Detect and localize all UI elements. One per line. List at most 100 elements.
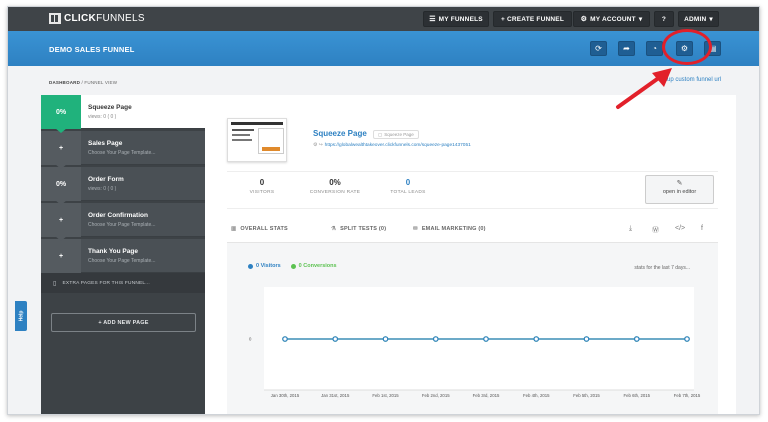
step-name: Thank You Page [88,248,138,255]
stat-value: 0 [259,178,265,187]
my-account-button[interactable]: ⚙ MY ACCOUNT ▾ [573,11,650,27]
funnel-header-bar: DEMO SALES FUNNEL ⟳ ➦ ◔ ⚙ ▤ [8,31,759,66]
thumb-header [231,122,283,125]
top-navbar: CLICKFUNNELS ☰ MY FUNNELS + CREATE FUNNEL… [8,7,759,31]
create-funnel-button[interactable]: + CREATE FUNNEL [493,11,572,27]
x-tick-label: Feb 1st, 2015 [372,393,399,398]
page-thumbnail[interactable] [227,118,287,162]
x-tick-label: Feb 2nd, 2015 [422,393,450,398]
step-percentage: 0% [41,95,81,129]
annotation-arrow-icon [616,68,672,109]
stats-button[interactable]: ◔ [646,41,663,56]
page-type-badge: ▢ Squeeze Page [373,130,419,139]
stat-label: VISITORS [249,190,275,195]
link-icon: ⚙ ↪ [313,143,323,148]
data-point-visitors [633,336,640,342]
my-funnels-button[interactable]: ☰ MY FUNNELS [423,11,489,27]
help-button[interactable]: ? [654,11,674,27]
page-url-link[interactable]: ⚙ ↪ https://globalwealthtakeover.clickfun… [313,143,471,148]
thumb-line [232,139,252,141]
help-tab[interactable]: Help [15,301,27,331]
thumb-line [232,129,254,131]
tab-split-tests[interactable]: ⚗ SPLIT TESTS (0) [331,226,386,232]
data-point-visitors [382,336,389,342]
chevron-down-icon: ▾ [709,16,713,23]
add-new-page-button[interactable]: + ADD NEW PAGE [51,313,196,332]
add-step-icon: + [41,239,81,273]
open-in-editor-label: open in editor [662,189,697,195]
edit-icon: ✎ [676,180,683,187]
y-tick-label: 0 [249,337,252,342]
share-arrow-icon: ➦ [623,44,630,53]
my-funnels-label: MY FUNNELS [438,15,483,23]
refresh-button[interactable]: ⟳ [590,41,607,56]
add-step-icon: + [41,131,81,165]
data-point-visitors [684,336,690,342]
tab-overall-stats[interactable]: ▥ OVERALL STATS [231,226,288,232]
admin-label: ADMIN [684,15,707,23]
funnel-steps-sidebar: 0% Squeeze Page views: 0 ( 0 ) + Sales P… [41,95,205,414]
step-template-hint: Choose Your Page Template... [88,222,156,228]
tab-email-marketing[interactable]: ✉ EMAIL MARKETING (0) [413,226,486,232]
create-funnel-label: + CREATE FUNNEL [500,15,564,23]
page-title[interactable]: Squeeze Page [313,129,367,138]
pie-chart-icon: ◔ [652,44,657,53]
step-views: views: 0 ( 0 ) [88,186,117,192]
clickfunnels-logo[interactable]: CLICKFUNNELS [49,13,145,24]
gears-icon: ⚙ [580,16,588,23]
funnel-step-panel: Squeeze Page ▢ Squeeze Page ⚙ ↪ https://gl… [205,95,736,414]
stats-chart-area: 0 Visitors 0 Conversions stats for the l… [227,243,718,414]
funnel-step-sales-page[interactable]: + Sales Page Choose Your Page Template..… [41,131,205,169]
thumb-line [232,134,250,136]
download-icon[interactable]: ⤓ [629,225,632,233]
step-views: views: 0 ( 0 ) [88,114,117,120]
step-name: Order Form [88,176,124,183]
logo-text: CLICKFUNNELS [64,13,145,24]
chevron-down-icon: ▾ [638,16,643,23]
funnel-step-order-confirmation[interactable]: + Order Confirmation Choose Your Page Te… [41,203,205,241]
funnel-step-squeeze-page[interactable]: 0% Squeeze Page views: 0 ( 0 ) [41,95,205,133]
step-name: Squeeze Page [88,104,132,111]
step-name: Sales Page [88,140,123,147]
help-label: ? [661,15,667,23]
funnel-step-thank-you-page[interactable]: + Thank You Page Choose Your Page Templa… [41,239,205,273]
page-type-label: Squeeze Page [384,132,414,137]
breadcrumb-separator: / [81,80,83,85]
stats-tabs: ▥ OVERALL STATS ⚗ SPLIT TESTS (0) ✉ EMAIL M… [227,217,718,243]
stat-label: CONVERSION RATE [309,190,361,195]
tab-label: SPLIT TESTS (0) [340,226,387,232]
stat-total-leads: 0 TOTAL LEADS [373,178,443,195]
extra-pages-row[interactable]: ▯ EXTRA PAGES FOR THIS FUNNEL... [41,273,205,293]
thumb-button [262,147,280,151]
logo-icon [49,13,61,24]
stat-conversion-rate: 0% CONVERSION RATE [300,178,370,195]
step-percentage: 0% [41,167,81,201]
admin-menu-button[interactable]: ADMIN ▾ [678,11,719,27]
step-pointer [55,200,67,205]
my-account-label: MY ACCOUNT [590,15,636,23]
x-tick-label: Jan 30th, 2015 [271,393,300,398]
breadcrumb-current: FUNNEL VIEW [84,80,118,85]
stat-value: 0% [329,178,341,187]
highlight-circle [662,29,712,65]
open-in-editor-button[interactable]: ✎ open in editor [645,175,714,204]
wordpress-icon[interactable]: Ⓦ [652,225,659,235]
list-icon: ☰ [429,16,436,23]
funnel-step-order-form[interactable]: 0% Order Form views: 0 ( 0 ) [41,167,205,205]
x-tick-label: Jan 31st, 2015 [321,393,350,398]
help-tab-label: Help [18,310,24,322]
step-name: Order Confirmation [88,212,148,219]
tag-icon: ▢ [378,131,383,137]
x-tick-label: Feb 3rd, 2015 [473,393,500,398]
add-step-icon: + [41,203,81,237]
share-button[interactable]: ➦ [618,41,635,56]
data-point-visitors [282,336,288,342]
code-icon[interactable]: </> [675,225,685,232]
document-icon: ▯ [53,280,57,287]
data-point-visitors [483,336,489,342]
data-point-visitors [432,336,439,342]
facebook-icon[interactable]: f [701,225,703,232]
stat-label: TOTAL LEADS [390,190,426,195]
extra-pages-label: EXTRA PAGES FOR THIS FUNNEL... [62,280,150,286]
breadcrumb-dashboard[interactable]: DASHBOARD [49,80,80,85]
